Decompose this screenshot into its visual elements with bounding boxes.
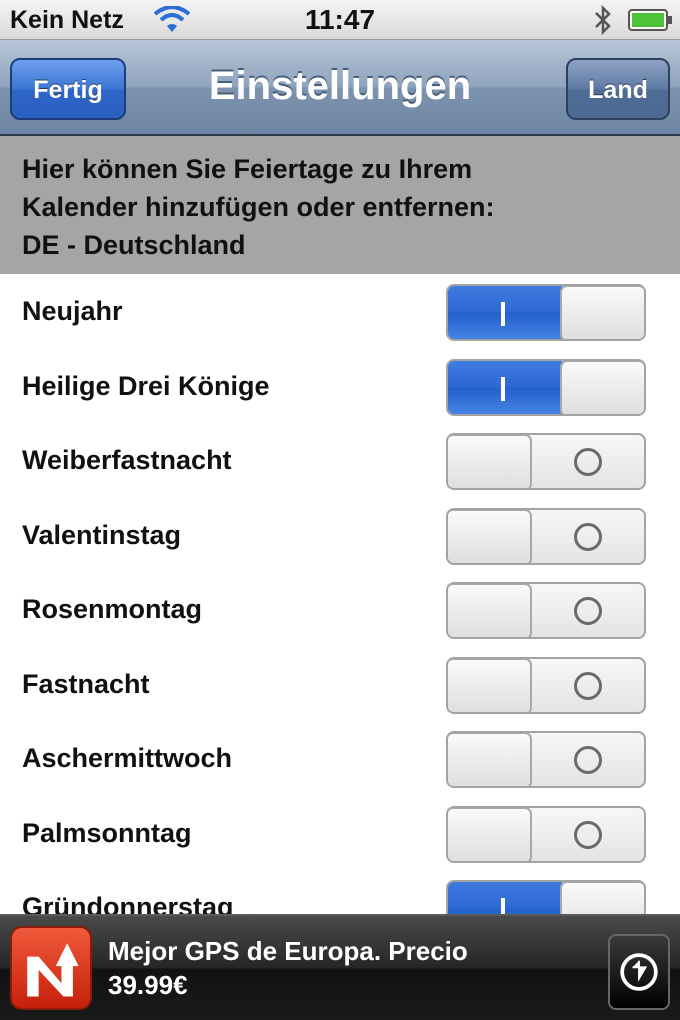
holiday-toggle[interactable]: [446, 433, 646, 490]
holiday-label: Weiberfastnacht: [22, 445, 232, 475]
holiday-label: Heilige Drei Könige: [22, 370, 270, 401]
holiday-row: Rosenmontag: [0, 572, 680, 647]
toggle-on-track: [448, 286, 562, 339]
holiday-label: Neujahr: [22, 296, 123, 326]
ad-headline: Mejor GPS de Europa. Precio: [108, 936, 468, 966]
holiday-row: Valentinstag: [0, 498, 680, 573]
holiday-list: Neujahr Heilige Drei Könige Weiberfastnach…: [0, 274, 680, 914]
toggle-knob[interactable]: [448, 435, 532, 488]
toggle-knob[interactable]: [448, 733, 532, 786]
holiday-toggle[interactable]: [446, 358, 646, 416]
app-logo-icon: [10, 926, 92, 1010]
status-bar: Kein Netz 11:47: [0, 0, 680, 40]
holiday-row: Aschermittwoch: [0, 721, 680, 796]
holiday-toggle[interactable]: [446, 656, 646, 714]
toggle-knob[interactable]: [560, 882, 644, 914]
holiday-label: Valentinstag: [22, 519, 182, 550]
holiday-row: Gründonnerstag: [0, 870, 680, 914]
holiday-row: Neujahr: [0, 274, 680, 349]
toggle-knob[interactable]: [560, 286, 644, 339]
info-text-line: Kalender hinzufügen oder entfernen:: [22, 192, 495, 222]
bluetooth-icon: [595, 5, 611, 35]
toggle-off-icon: [574, 597, 602, 625]
toggle-off-icon: [574, 746, 602, 774]
holiday-toggle[interactable]: [446, 805, 646, 863]
holiday-toggle[interactable]: [446, 731, 646, 788]
holiday-label: Rosenmontag: [22, 594, 203, 624]
toggle-knob[interactable]: [448, 509, 532, 563]
status-time: 11:47: [304, 4, 376, 35]
navigation-bar: Fertig Einstellungen Land: [0, 40, 680, 136]
info-text-line: Hier können Sie Feiertage zu Ihrem: [22, 154, 473, 184]
toggle-knob[interactable]: [560, 360, 644, 414]
holiday-label: Gründonnerstag: [22, 892, 234, 914]
holiday-toggle[interactable]: [446, 284, 646, 341]
ad-price: 39.99€: [108, 970, 188, 1000]
country-button[interactable]: Land: [566, 58, 670, 120]
ad-banner[interactable]: Mejor GPS de Europa. Precio 39.99€: [0, 914, 680, 1020]
toggle-on-icon: [501, 302, 505, 326]
holiday-label: Palmsonntag: [22, 817, 192, 848]
toggle-on-track: [448, 360, 562, 414]
toggle-off-icon: [574, 671, 602, 700]
holiday-row: Weiberfastnacht: [0, 423, 680, 498]
toggle-knob[interactable]: [448, 584, 532, 637]
toggle-off-icon: [574, 522, 602, 551]
toggle-on-track: [448, 882, 562, 914]
ad-text: Mejor GPS de Europa. Precio 39.99€: [108, 934, 468, 1002]
toggle-on-icon: [501, 898, 505, 914]
toggle-knob[interactable]: [448, 658, 532, 712]
toggle-on-icon: [501, 376, 505, 401]
holiday-toggle[interactable]: [446, 582, 646, 639]
toggle-off-icon: [574, 448, 602, 476]
download-button[interactable]: [608, 934, 670, 1010]
holiday-toggle[interactable]: [446, 880, 646, 914]
info-header: Hier können Sie Feiertage zu Ihrem Kalen…: [0, 136, 680, 274]
toggle-knob[interactable]: [448, 807, 532, 861]
holiday-row: Fastnacht: [0, 647, 680, 722]
holiday-toggle[interactable]: [446, 507, 646, 565]
holiday-label: Aschermittwoch: [22, 743, 233, 773]
download-icon: [620, 953, 658, 991]
battery-icon: [628, 9, 672, 31]
holiday-label: Fastnacht: [22, 668, 150, 699]
holiday-row: Heilige Drei Könige: [0, 349, 680, 424]
toggle-off-icon: [574, 820, 602, 849]
selected-country-label: DE - Deutschland: [22, 230, 246, 260]
holiday-row: Palmsonntag: [0, 796, 680, 871]
